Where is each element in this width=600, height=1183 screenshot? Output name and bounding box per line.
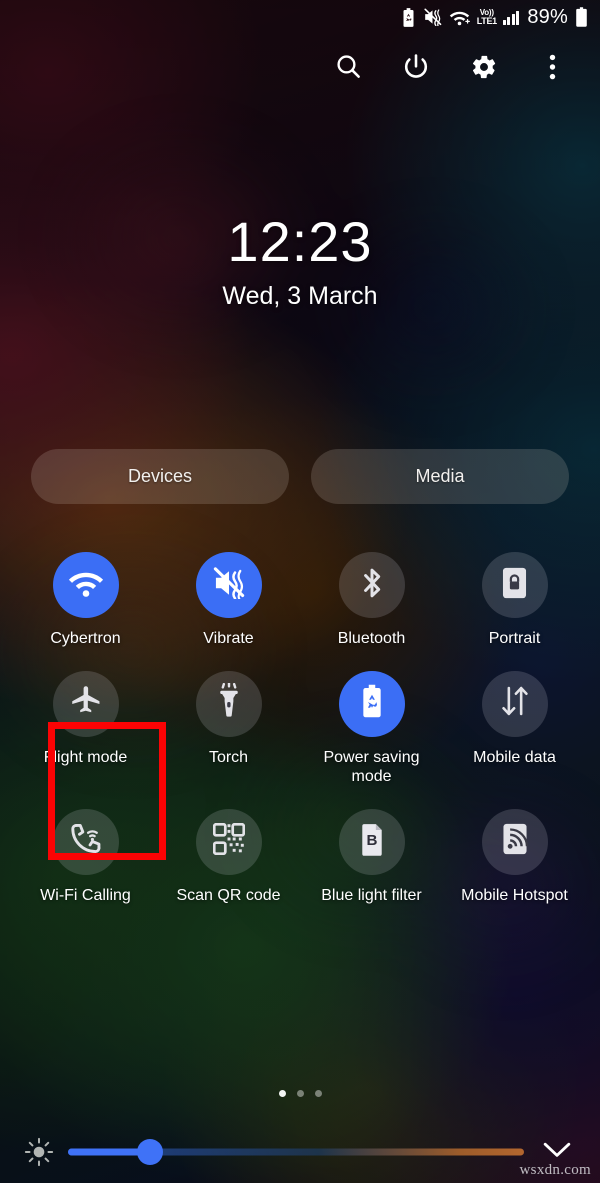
tile-flight-mode[interactable]: Flight mode <box>14 670 157 787</box>
tile-icon-wrap <box>195 670 262 737</box>
tile-label: Vibrate <box>203 630 254 647</box>
tile-icon-wrap <box>195 808 262 875</box>
settings-icon <box>470 53 498 86</box>
battery-percent-label: 89% <box>527 5 568 28</box>
bluetooth-icon <box>357 565 387 606</box>
tile-label: Mobile data <box>473 748 556 766</box>
tile-blue-light-filter[interactable]: B Blue light filter <box>300 808 443 906</box>
action-bar <box>0 44 600 94</box>
hotspot-icon <box>500 822 530 861</box>
tile-label: Bluetooth <box>337 630 406 647</box>
tile-label: Cybertron <box>50 630 121 647</box>
power-saving-icon <box>359 684 385 723</box>
search-icon <box>335 53 362 85</box>
qr-code-icon <box>212 822 245 860</box>
page-dot[interactable] <box>314 1090 322 1097</box>
media-pill[interactable]: Media <box>311 449 569 504</box>
more-options-button[interactable] <box>518 44 586 94</box>
page-indicator[interactable] <box>0 1090 600 1097</box>
more-options-icon <box>549 54 556 85</box>
power-button[interactable] <box>382 44 450 94</box>
brightness-slider[interactable] <box>68 1130 524 1174</box>
tile-mobile-hotspot[interactable]: Mobile Hotspot <box>443 808 586 906</box>
tile-label: Flight mode <box>43 748 128 766</box>
quick-settings-grid: Cybertron Vibrate Bluetooth Portrait Fli… <box>14 552 586 905</box>
wifi-calling-icon <box>69 822 103 861</box>
search-button[interactable] <box>314 44 382 94</box>
vibrate-icon <box>423 8 442 26</box>
tile-icon-wrap <box>195 552 262 618</box>
tile-scan-qr-code[interactable]: Scan QR code <box>157 808 300 906</box>
tile-icon-wrap <box>52 552 119 618</box>
tile-icon-wrap <box>52 808 119 875</box>
page-dot[interactable] <box>278 1090 286 1097</box>
tile-torch[interactable]: Torch <box>157 670 300 787</box>
tile-icon-wrap <box>481 552 548 618</box>
slider-thumb[interactable] <box>137 1139 164 1165</box>
watermark: wsxdn.com <box>519 1162 591 1178</box>
wifi-icon <box>68 568 104 603</box>
battery-icon <box>575 7 588 27</box>
blue-light-filter-icon: B <box>358 822 386 861</box>
clock-widget: 12:23 Wed, 3 March <box>0 214 600 309</box>
tile-bluetooth[interactable]: Bluetooth <box>300 552 443 649</box>
wifi-icon <box>449 9 470 26</box>
tile-label: Wi-Fi Calling <box>40 886 131 904</box>
power-icon <box>402 53 430 86</box>
tile-portrait[interactable]: Portrait <box>443 552 586 649</box>
tile-vibrate[interactable]: Vibrate <box>157 552 300 649</box>
vibrate-icon <box>212 566 246 604</box>
settings-button[interactable] <box>450 44 518 94</box>
svg-text:B: B <box>366 832 377 849</box>
tile-cybertron[interactable]: Cybertron <box>14 552 157 649</box>
brightness-icon <box>16 1137 62 1167</box>
tile-icon-wrap <box>338 670 405 737</box>
signal-bars-icon <box>502 10 520 25</box>
panel-pills: Devices Media <box>31 449 569 504</box>
tile-label: Scan QR code <box>176 886 281 904</box>
mobile-data-icon <box>499 685 531 722</box>
tile-label: Power saving mode <box>323 748 420 786</box>
tile-label: Mobile Hotspot <box>461 886 568 904</box>
flashlight-icon <box>214 681 244 724</box>
rotation-lock-icon <box>501 566 528 605</box>
tile-icon-wrap <box>52 670 119 737</box>
status-bar: Vo)) LTE1 89% <box>0 0 600 34</box>
tile-icon-wrap <box>481 670 548 737</box>
clock-date: Wed, 3 March <box>222 282 378 310</box>
tile-wifi-calling[interactable]: Wi-Fi Calling <box>14 808 157 906</box>
chevron-down-icon <box>543 1141 571 1164</box>
tile-label: Portrait <box>488 630 541 647</box>
power-saving-battery-icon <box>401 7 416 27</box>
tile-mobile-data[interactable]: Mobile data <box>443 670 586 787</box>
page-dot[interactable] <box>296 1090 304 1097</box>
devices-pill[interactable]: Devices <box>31 449 289 504</box>
quick-settings-panel: Vo)) LTE1 89% 12:23 Wed, 3 March Devices… <box>0 0 600 1183</box>
tile-icon-wrap: B <box>338 808 405 875</box>
tile-icon-wrap <box>481 808 548 875</box>
tile-label: Torch <box>208 748 249 766</box>
tile-icon-wrap <box>338 552 405 618</box>
expand-panel-button[interactable] <box>530 1141 584 1164</box>
tile-power-saving-mode[interactable]: Power saving mode <box>300 670 443 787</box>
volte-icon: Vo)) LTE1 <box>476 7 497 26</box>
airplane-icon <box>69 684 103 723</box>
brightness-bar <box>0 1130 600 1174</box>
tile-label: Blue light filter <box>321 886 422 904</box>
clock-time: 12:23 <box>227 210 373 273</box>
